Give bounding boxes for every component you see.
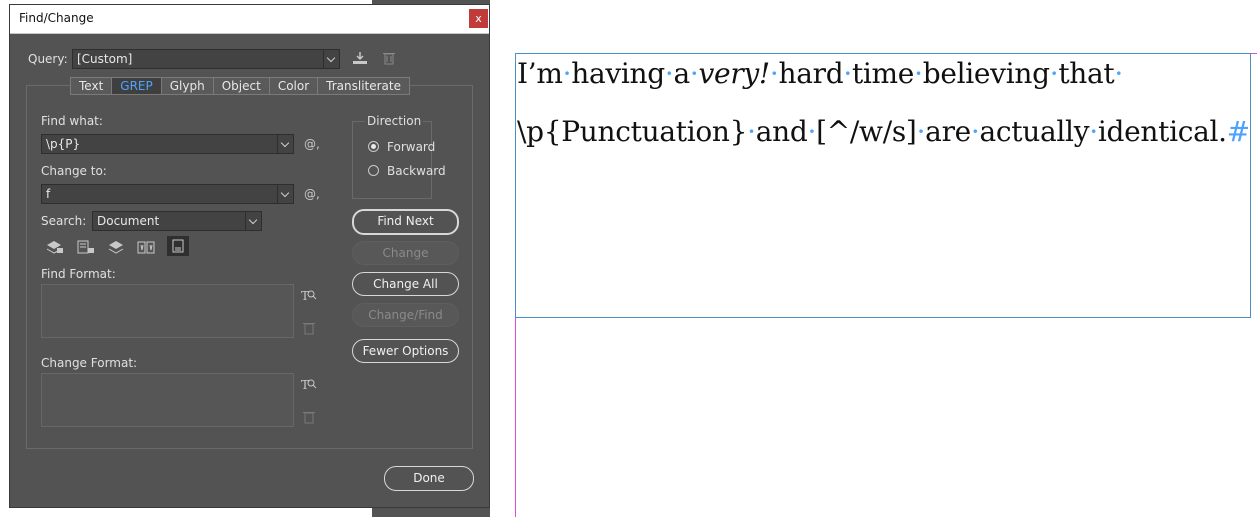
change-to-label: Change to: xyxy=(41,164,107,178)
svg-text:T: T xyxy=(301,289,309,302)
specify-change-format-icon[interactable]: T xyxy=(301,377,317,394)
space-marker: · xyxy=(769,57,779,90)
special-characters-find-icon[interactable]: @, xyxy=(304,137,320,151)
space-marker: · xyxy=(1114,57,1123,90)
include-hidden-layers-icon[interactable] xyxy=(108,240,124,257)
word: actually xyxy=(979,115,1090,148)
special-characters-change-icon[interactable]: @, xyxy=(304,187,320,201)
tab-grep[interactable]: GREP xyxy=(112,77,162,95)
tab-glyph[interactable]: Glyph xyxy=(161,77,214,95)
backward-label[interactable]: Backward xyxy=(387,164,446,178)
tab-bar: Text GREP Glyph Object Color Translitera… xyxy=(70,77,410,95)
space-marker: · xyxy=(843,57,852,90)
change-button[interactable]: Change xyxy=(352,241,459,265)
tab-color[interactable]: Color xyxy=(269,77,319,95)
find-change-dialog: Find/Change x Query: [Custom] Text GREP … xyxy=(10,5,489,507)
direction-group xyxy=(352,121,432,199)
text-line-1: I’m·having·a·very!·hard·time·believing·t… xyxy=(517,57,1123,90)
word: hard xyxy=(778,57,844,90)
word: are xyxy=(925,115,971,148)
save-query-icon[interactable] xyxy=(352,51,368,68)
forward-radio[interactable] xyxy=(368,141,379,152)
query-select[interactable]: [Custom] xyxy=(72,49,340,69)
space-marker: · xyxy=(807,115,817,148)
end-of-story-marker: # xyxy=(1226,115,1250,148)
change-to-value: f xyxy=(46,187,51,201)
space-marker: · xyxy=(916,115,926,148)
title-bar[interactable]: Find/Change x xyxy=(10,5,489,34)
word: identical. xyxy=(1097,115,1227,148)
space-marker: · xyxy=(664,57,674,90)
word: having xyxy=(571,57,665,90)
backward-radio[interactable] xyxy=(368,165,379,176)
word: that xyxy=(1058,57,1115,90)
text-frame[interactable] xyxy=(515,53,1251,318)
forward-label[interactable]: Forward xyxy=(387,140,435,154)
include-locked-layers-icon[interactable] xyxy=(46,240,64,257)
clear-find-format-icon[interactable] xyxy=(303,321,315,338)
text-line-2: \p{Punctuation}·and·[^/w/s]·are·actually… xyxy=(517,115,1250,148)
space-marker: · xyxy=(562,57,572,90)
word: I’m xyxy=(517,57,563,90)
chevron-down-icon[interactable] xyxy=(277,135,293,153)
find-format-box[interactable] xyxy=(41,284,294,338)
space-marker: · xyxy=(914,57,923,90)
space-marker: · xyxy=(747,115,756,148)
tab-transliterate[interactable]: Transliterate xyxy=(318,77,410,95)
word: \p{Punctuation} xyxy=(517,115,748,148)
window-title: Find/Change xyxy=(19,11,94,25)
word: and xyxy=(755,115,808,148)
change-format-label: Change Format: xyxy=(41,356,138,370)
word: [^/w/s] xyxy=(816,115,917,148)
word: time xyxy=(851,57,915,90)
query-label: Query: xyxy=(28,52,68,66)
chevron-down-icon[interactable] xyxy=(277,185,293,203)
space-marker: · xyxy=(970,115,980,148)
direction-label: Direction xyxy=(365,114,424,128)
tab-text[interactable]: Text xyxy=(70,77,113,95)
search-scope-select[interactable]: Document xyxy=(92,211,262,231)
space-marker: · xyxy=(689,57,699,90)
include-locked-stories-icon[interactable] xyxy=(77,240,95,257)
chevron-down-icon[interactable] xyxy=(323,50,339,68)
find-next-button[interactable]: Find Next xyxy=(352,209,459,235)
word-italic: very! xyxy=(698,57,771,90)
tab-object[interactable]: Object xyxy=(213,77,270,95)
word: believing xyxy=(922,57,1050,90)
change-to-input[interactable]: f xyxy=(41,184,294,204)
find-format-label: Find Format: xyxy=(41,267,116,281)
fewer-options-button[interactable]: Fewer Options xyxy=(352,339,459,363)
include-footnotes-icon[interactable] xyxy=(167,236,189,256)
close-button[interactable]: x xyxy=(469,9,488,28)
find-what-label: Find what: xyxy=(41,114,103,128)
done-button[interactable]: Done xyxy=(384,466,474,491)
include-master-pages-icon[interactable] xyxy=(137,240,155,257)
svg-text:T: T xyxy=(301,378,309,391)
change-all-button[interactable]: Change All xyxy=(352,272,459,296)
query-value: [Custom] xyxy=(77,52,133,66)
word: a xyxy=(673,57,691,90)
search-label: Search: xyxy=(41,214,87,228)
specify-find-format-icon[interactable]: T xyxy=(301,288,317,305)
clear-change-format-icon[interactable] xyxy=(303,410,315,427)
search-scope-value: Document xyxy=(97,214,160,228)
find-what-input[interactable]: \p{P} xyxy=(41,134,294,154)
trash-icon[interactable] xyxy=(383,51,395,68)
chevron-down-icon[interactable] xyxy=(245,212,261,230)
change-find-button[interactable]: Change/Find xyxy=(352,303,459,327)
change-format-box[interactable] xyxy=(41,373,294,427)
find-what-value: \p{P} xyxy=(46,137,81,151)
space-marker: · xyxy=(1089,115,1098,148)
